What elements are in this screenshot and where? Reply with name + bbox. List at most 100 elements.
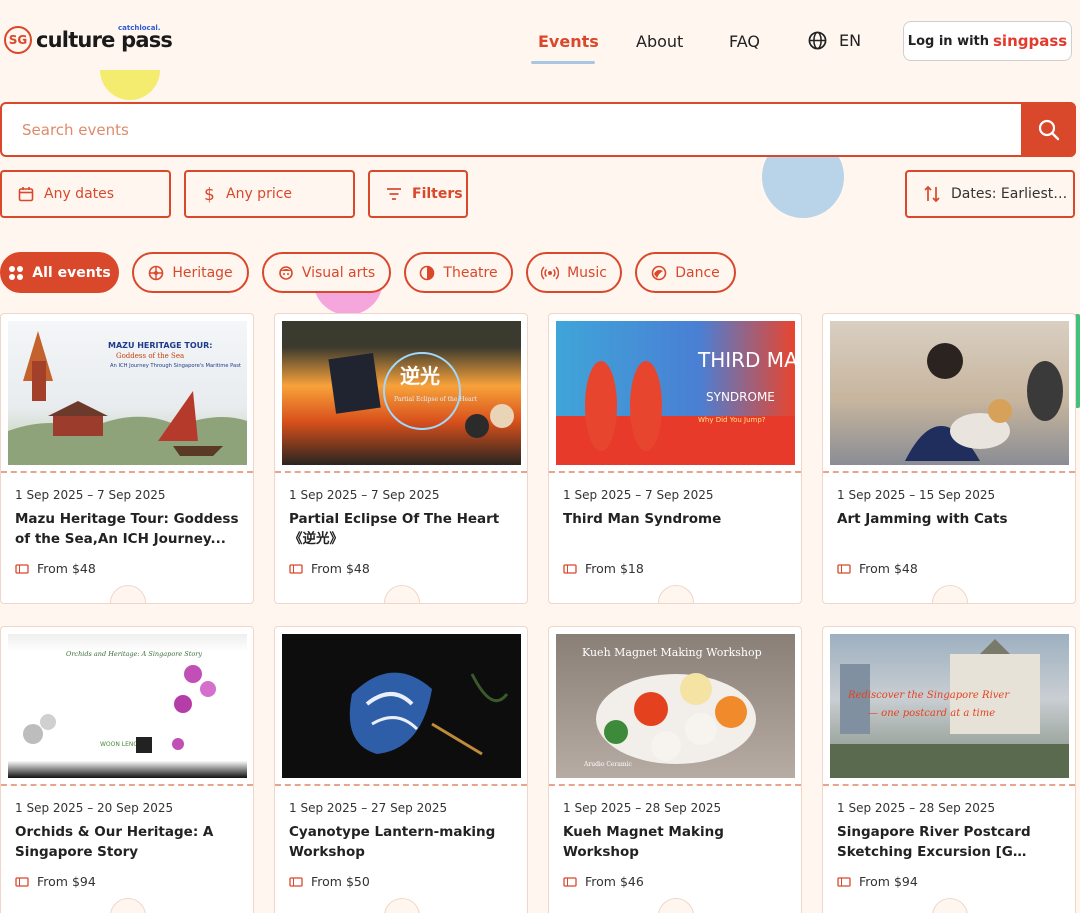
event-date: 1 Sep 2025 – 27 Sep 2025 bbox=[289, 801, 448, 815]
category-label: Music bbox=[567, 264, 607, 281]
image-caption: Why Did You Jump? bbox=[698, 416, 766, 424]
search-bar bbox=[0, 102, 1076, 157]
event-title: Kueh Magnet Making Workshop bbox=[563, 824, 724, 860]
search-button[interactable] bbox=[1021, 102, 1076, 157]
event-date: 1 Sep 2025 – 7 Sep 2025 bbox=[15, 488, 166, 502]
image-heading: THIRD MAN bbox=[697, 348, 795, 372]
ticket-divider bbox=[275, 784, 527, 786]
ticket-notch bbox=[658, 585, 694, 603]
ticket-notch bbox=[384, 585, 420, 603]
login-singpass-button[interactable]: Log in with singpass bbox=[903, 21, 1072, 61]
event-card[interactable]: 逆光 Partial Eclipse of the Heart 1 Sep 20… bbox=[274, 313, 528, 604]
image-caption: Arudio Ceramic bbox=[583, 761, 633, 768]
event-card[interactable]: Kueh Magnet Making Workshop Arudio Ceram… bbox=[548, 626, 802, 913]
event-price: From $46 bbox=[563, 874, 644, 889]
event-image: Kueh Magnet Making Workshop Arudio Ceram… bbox=[556, 634, 795, 778]
mask-icon bbox=[279, 265, 293, 280]
ticket-notch bbox=[932, 585, 968, 603]
singpass-logo: singpass bbox=[993, 32, 1068, 50]
image-heading: Orchids and Heritage: A Singapore Story bbox=[66, 650, 202, 658]
price-label: From $48 bbox=[859, 561, 918, 576]
event-image: MAZU HERITAGE TOUR: Goddess of the Sea A… bbox=[8, 321, 247, 465]
image-caption: WOON LENG bbox=[100, 741, 138, 748]
event-price: From $94 bbox=[15, 874, 96, 889]
price-label: From $46 bbox=[585, 874, 644, 889]
image-heading: Kueh Magnet Making Workshop bbox=[582, 646, 762, 659]
event-card[interactable]: Rediscover the Singapore River — one pos… bbox=[822, 626, 1076, 913]
category-music[interactable]: Music bbox=[526, 252, 622, 293]
logo-badge: SG bbox=[4, 26, 32, 54]
event-card[interactable]: THIRD MAN SYNDROME Why Did You Jump? 1 S… bbox=[548, 313, 802, 604]
category-visual-arts[interactable]: Visual arts bbox=[262, 252, 391, 293]
ticket-notch bbox=[110, 585, 146, 603]
event-title: Orchids & Our Heritage: A Singapore Stor… bbox=[15, 824, 214, 860]
language-selector[interactable]: EN bbox=[808, 31, 861, 50]
event-card[interactable]: MAZU HERITAGE TOUR: Goddess of the Sea A… bbox=[0, 313, 254, 604]
event-date: 1 Sep 2025 – 20 Sep 2025 bbox=[15, 801, 174, 815]
login-prefix: Log in with bbox=[907, 33, 989, 49]
category-label: Visual arts bbox=[301, 264, 376, 281]
image-caption: An ICH Journey Through Singapore's Marit… bbox=[110, 363, 241, 369]
nav-faq[interactable]: FAQ bbox=[729, 32, 760, 51]
category-label: All events bbox=[32, 264, 111, 281]
ticket-notch bbox=[110, 898, 146, 913]
event-price: From $48 bbox=[15, 561, 96, 576]
ticket-divider bbox=[549, 784, 801, 786]
ticket-icon bbox=[563, 563, 577, 574]
event-price: From $48 bbox=[837, 561, 918, 576]
event-date: 1 Sep 2025 – 28 Sep 2025 bbox=[837, 801, 996, 815]
price-label: From $94 bbox=[37, 874, 96, 889]
ticket-icon bbox=[15, 563, 29, 574]
nav-active-indicator bbox=[531, 61, 595, 64]
logo-tagline: catchlocal. bbox=[118, 24, 161, 32]
event-title: Mazu Heritage Tour: Goddess of the Sea,A… bbox=[15, 511, 239, 547]
price-label: From $94 bbox=[859, 874, 918, 889]
image-subheading: SYNDROME bbox=[706, 390, 775, 404]
ticket-icon bbox=[289, 563, 303, 574]
event-date: 1 Sep 2025 – 7 Sep 2025 bbox=[289, 488, 440, 502]
price-label: From $18 bbox=[585, 561, 644, 576]
category-all-events[interactable]: All events bbox=[0, 252, 119, 293]
broadcast-icon bbox=[541, 265, 560, 280]
ticket-icon bbox=[289, 876, 303, 887]
event-price: From $50 bbox=[289, 874, 370, 889]
ticket-icon bbox=[837, 876, 851, 887]
category-heritage[interactable]: Heritage bbox=[132, 252, 249, 293]
event-date: 1 Sep 2025 – 28 Sep 2025 bbox=[563, 801, 722, 815]
event-title: Art Jamming with Cats bbox=[837, 511, 1008, 527]
category-label: Dance bbox=[675, 264, 720, 281]
ticket-icon bbox=[563, 876, 577, 887]
category-label: Heritage bbox=[172, 264, 233, 281]
filters-label: Filters bbox=[412, 186, 463, 202]
event-date: 1 Sep 2025 – 7 Sep 2025 bbox=[563, 488, 714, 502]
event-image: Orchids and Heritage: A Singapore Story … bbox=[8, 634, 247, 778]
date-filter-button[interactable]: Any dates bbox=[0, 170, 171, 218]
calendar-icon bbox=[18, 187, 34, 202]
event-title: Third Man Syndrome bbox=[563, 511, 722, 527]
ticket-divider bbox=[1, 471, 253, 473]
nav-events[interactable]: Events bbox=[538, 32, 599, 51]
filters-button[interactable]: Filters bbox=[368, 170, 468, 218]
sort-dropdown[interactable]: Dates: Earliest t... bbox=[905, 170, 1075, 218]
sort-arrows-icon bbox=[924, 185, 940, 203]
event-card[interactable]: 1 Sep 2025 – 27 Sep 2025 Cyanotype Lante… bbox=[274, 626, 528, 913]
event-card[interactable]: Orchids and Heritage: A Singapore Story … bbox=[0, 626, 254, 913]
event-card[interactable]: 1 Sep 2025 – 15 Sep 2025 Art Jamming wit… bbox=[822, 313, 1076, 604]
price-label: From $48 bbox=[311, 561, 370, 576]
language-label: EN bbox=[839, 31, 862, 50]
theatre-icon bbox=[420, 265, 435, 280]
event-title: Cyanotype Lantern-making Workshop bbox=[289, 824, 496, 860]
event-title: Partial Eclipse Of The Heart 《逆光》 bbox=[289, 511, 500, 547]
image-heading: MAZU HERITAGE TOUR: bbox=[108, 341, 213, 350]
category-theatre[interactable]: Theatre bbox=[404, 252, 513, 293]
price-filter-button[interactable]: $ Any price bbox=[184, 170, 355, 218]
price-label: From $50 bbox=[311, 874, 370, 889]
dance-swirl-icon bbox=[651, 265, 667, 280]
nav-about[interactable]: About bbox=[636, 32, 683, 51]
image-heading: 逆光 bbox=[400, 364, 440, 388]
svg-text:$: $ bbox=[204, 185, 215, 203]
search-input[interactable] bbox=[22, 118, 1002, 142]
ticket-divider bbox=[1, 784, 253, 786]
search-icon bbox=[1038, 119, 1059, 140]
category-dance[interactable]: Dance bbox=[635, 252, 736, 293]
